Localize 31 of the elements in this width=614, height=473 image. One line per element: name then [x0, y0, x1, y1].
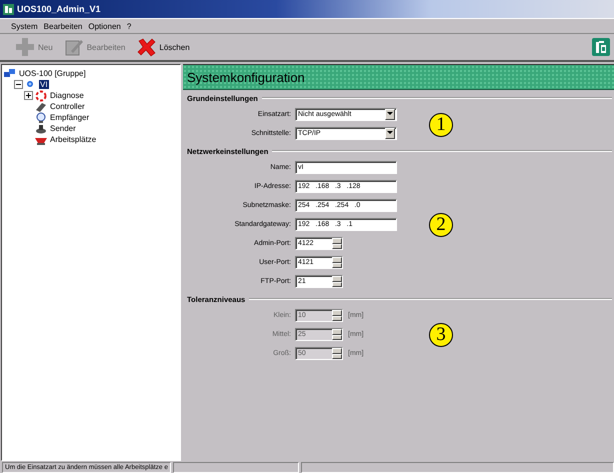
collapse-toggle[interactable] — [14, 80, 23, 89]
step-number: 3 — [429, 323, 453, 347]
tree-item[interactable]: Empfänger — [49, 113, 90, 122]
plus-icon — [16, 38, 35, 56]
step-number: 2 — [429, 213, 453, 237]
caret-icon — [386, 110, 394, 117]
step-number: 1 — [429, 112, 453, 136]
cross-icon — [137, 38, 156, 56]
dashed-ring-icon — [35, 90, 47, 102]
devices-icon — [4, 68, 16, 80]
panel-header: Systemkonfiguration — [183, 64, 614, 90]
expand-toggle[interactable] — [24, 91, 33, 100]
tree-item[interactable]: Arbeitsplätze — [49, 135, 98, 144]
pencil-icon — [64, 38, 84, 56]
tree-item[interactable]: Controller — [49, 102, 86, 111]
tree-item[interactable]: UOS-100 [Gruppe] — [18, 69, 87, 78]
logo-icon — [592, 38, 610, 56]
tree-item[interactable]: Diagnose — [49, 91, 85, 100]
menu-item[interactable]: Bearbeiten — [40, 22, 86, 31]
receiver-icon — [35, 112, 47, 124]
sender-icon — [35, 122, 47, 134]
delete-button[interactable]: Löschen — [135, 36, 192, 58]
window-title: UOS100_Admin_V1 — [17, 4, 101, 14]
menu-item[interactable]: ? — [124, 22, 134, 31]
app-icon — [3, 4, 14, 14]
device-icon — [35, 100, 47, 112]
menu-item[interactable]: System — [8, 22, 41, 31]
tree-item[interactable]: Sender — [49, 124, 77, 133]
menu-item[interactable]: Optionen — [85, 22, 124, 31]
caret-icon — [386, 129, 394, 136]
tree-item[interactable]: VI — [39, 80, 49, 89]
